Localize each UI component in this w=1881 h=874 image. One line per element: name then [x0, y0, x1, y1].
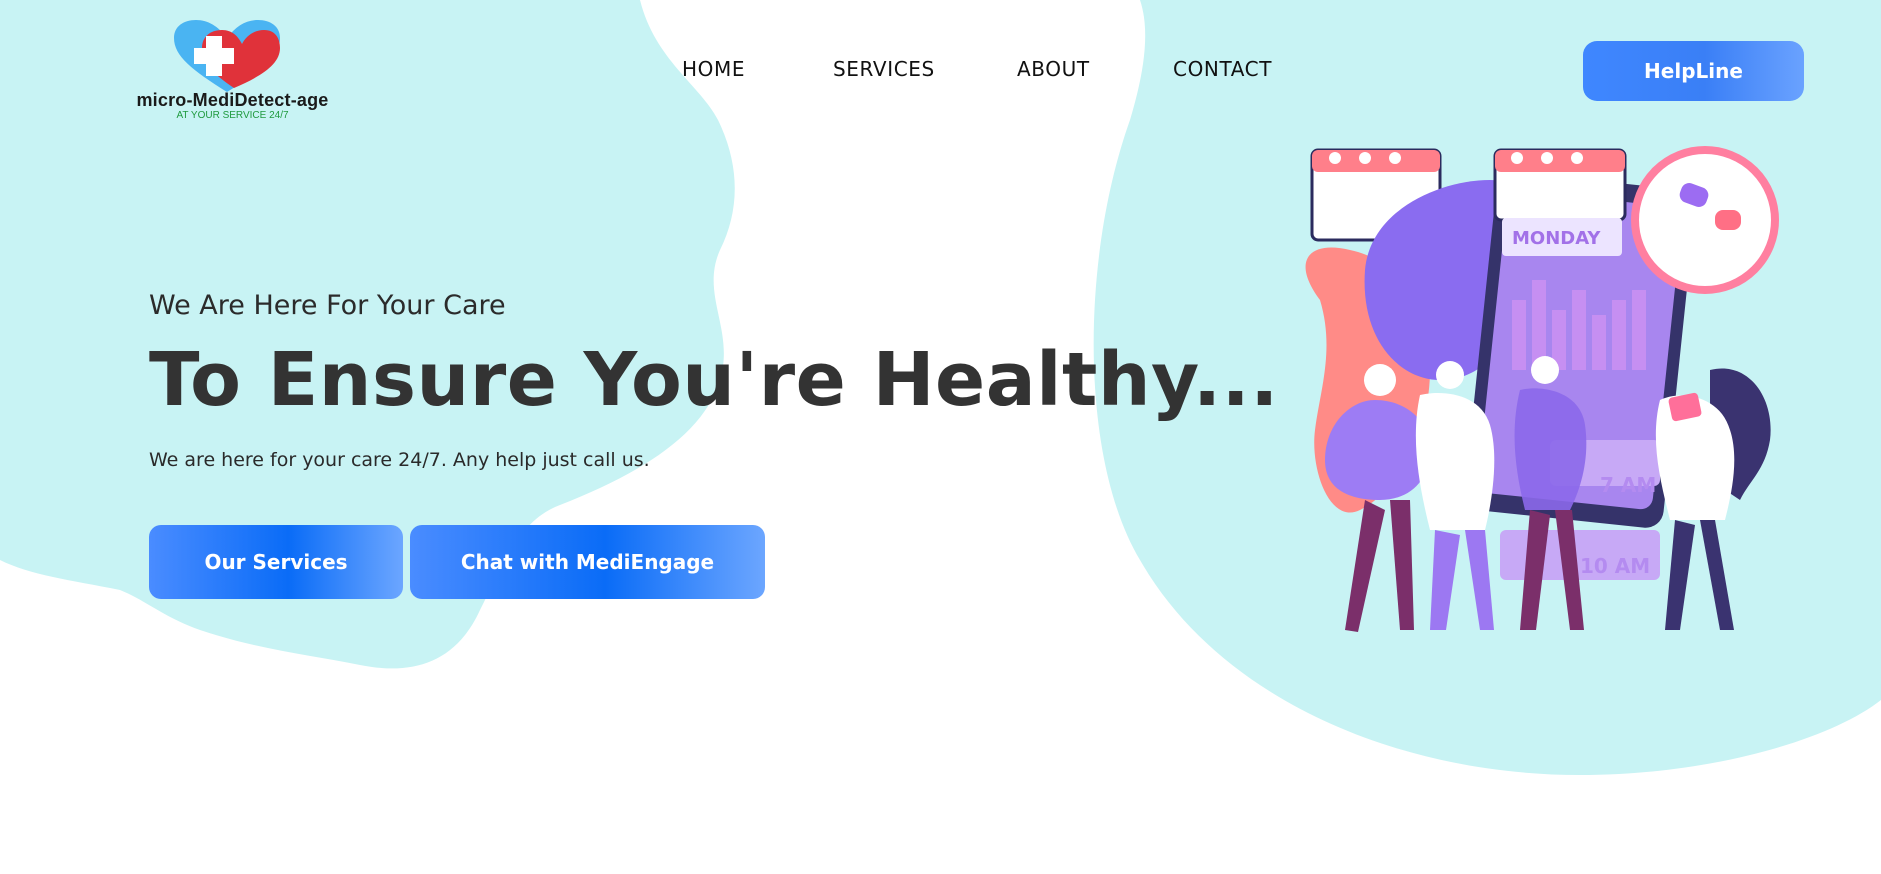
chat-with-mediengage-button[interactable]: Chat with MediEngage	[410, 525, 765, 599]
hero-title: To Ensure You're Healthy...	[149, 337, 1279, 423]
illustration-time-2: 10 AM	[1580, 554, 1650, 578]
helpline-button[interactable]: HelpLine	[1583, 41, 1804, 101]
person-doctor-right-icon	[1655, 368, 1771, 630]
nav-contact-link[interactable]: CONTACT	[1173, 57, 1272, 81]
pill-magnifier-icon	[1631, 146, 1779, 294]
illustration-day-label: MONDAY	[1512, 228, 1601, 249]
medical-team-calendar-illustration: MONDAY 7 AM 10 AM	[1305, 146, 1779, 632]
brand-tagline: AT YOUR SERVICE 24/7	[176, 110, 289, 121]
calendar-large-icon	[1493, 148, 1627, 222]
nav-about-link[interactable]: ABOUT	[1017, 57, 1090, 81]
our-services-button[interactable]: Our Services	[149, 525, 403, 599]
nav-home-link[interactable]: HOME	[682, 57, 745, 81]
hero-subheading: We Are Here For Your Care	[149, 290, 506, 321]
nav-services-link[interactable]: SERVICES	[833, 57, 935, 81]
hero-section: We Are Here For Your Care To Ensure You'…	[149, 290, 1279, 471]
illustration-time-1: 7 AM	[1600, 473, 1656, 497]
brand-name: micro-MediDetect-age	[136, 90, 329, 110]
hero-description: We are here for your care 24/7. Any help…	[149, 449, 650, 471]
